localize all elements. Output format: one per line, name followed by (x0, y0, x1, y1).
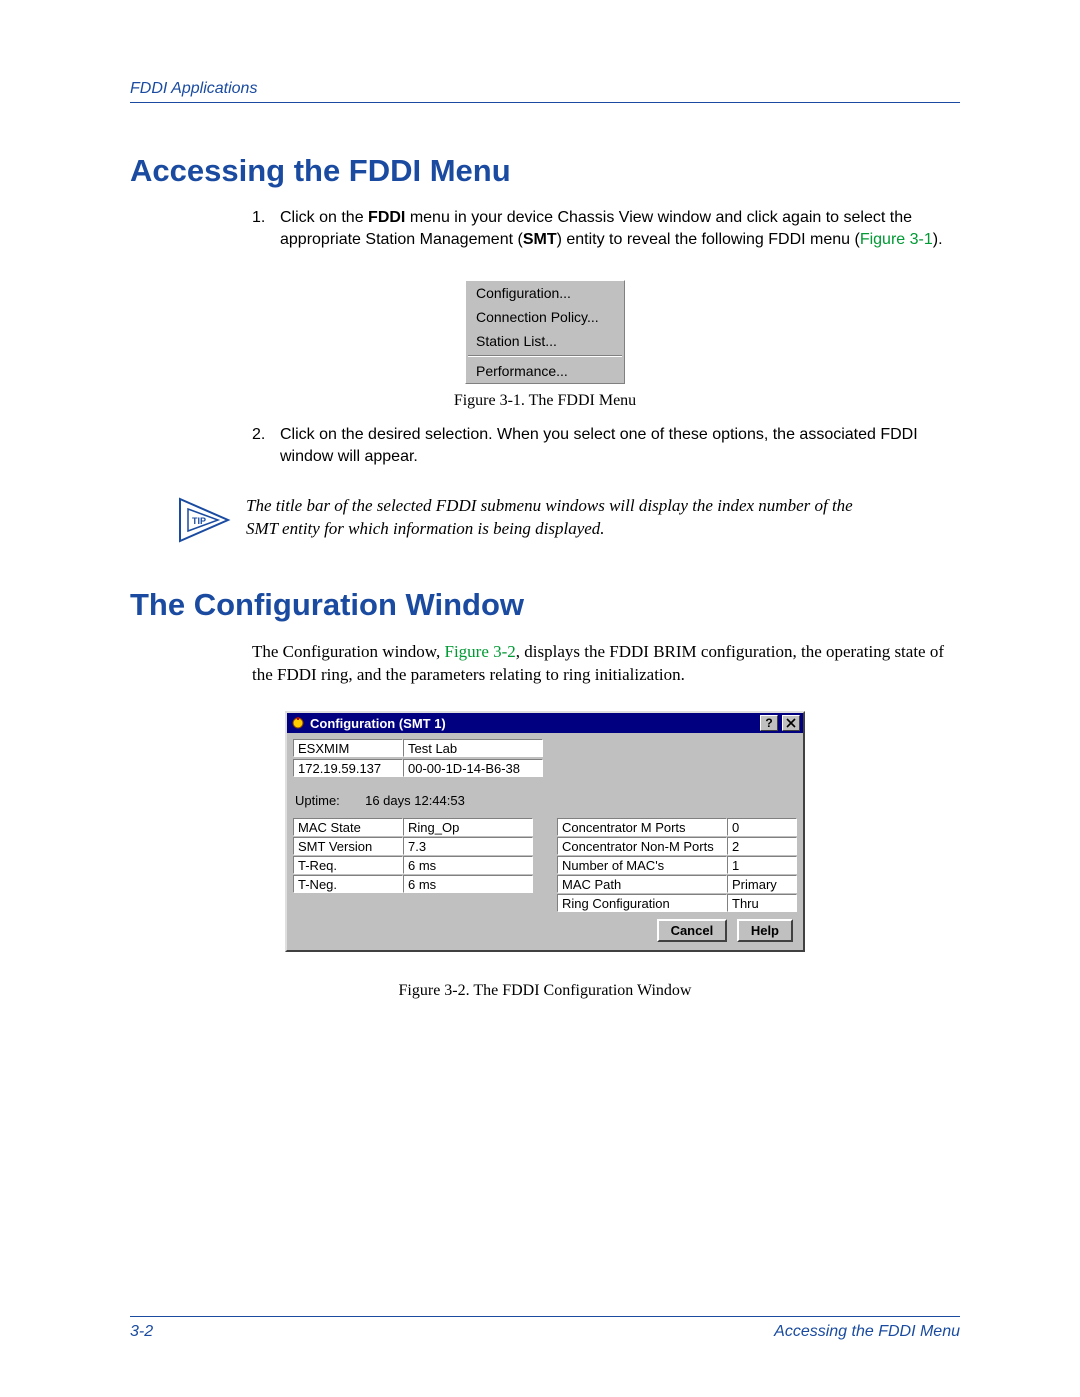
info-row-2: 172.19.59.137 00-00-1D-14-B6-38 (293, 759, 797, 777)
mac-state-label: MAC State (293, 818, 403, 836)
window-title: Configuration (SMT 1) (310, 716, 756, 731)
page-footer: 3-2 Accessing the FDDI Menu (130, 1316, 960, 1341)
number-macs-label: Number of MAC's (557, 856, 727, 874)
list-number: 2. (252, 424, 265, 446)
ring-config-label: Ring Configuration (557, 894, 727, 912)
t-neg-label: T-Neg. (293, 875, 403, 893)
device-name-field: ESXMIM (293, 739, 403, 757)
conc-m-ports-label: Concentrator M Ports (557, 818, 727, 836)
step-1: 1. Click on the FDDI menu in your device… (252, 207, 960, 250)
mac-address-field: 00-00-1D-14-B6-38 (403, 759, 543, 777)
right-params-table: Concentrator M Ports0 Concentrator Non-M… (557, 818, 797, 913)
conc-non-m-ports-label: Concentrator Non-M Ports (557, 837, 727, 855)
uptime-row: Uptime: 16 days 12:44:53 (295, 793, 795, 808)
window-titlebar: Configuration (SMT 1) ? (287, 713, 803, 733)
menu-item-configuration[interactable]: Configuration... (466, 281, 624, 305)
menu-item-station-list[interactable]: Station List... (466, 329, 624, 353)
t-req-value: 6 ms (403, 856, 533, 874)
step-2: 2. Click on the desired selection. When … (252, 424, 960, 467)
ip-address-field: 172.19.59.137 (293, 759, 403, 777)
smt-version-value: 7.3 (403, 837, 533, 855)
cancel-button[interactable]: Cancel (657, 919, 728, 942)
system-menu-icon[interactable] (290, 715, 306, 731)
uptime-label: Uptime: (295, 793, 340, 808)
mac-state-value: Ring_Op (403, 818, 533, 836)
tip-callout: TIP The title bar of the selected FDDI s… (178, 495, 960, 545)
section-heading-accessing: Accessing the FDDI Menu (130, 153, 960, 189)
mac-path-label: MAC Path (557, 875, 727, 893)
number-macs-value: 1 (727, 856, 797, 874)
step1-bold-fddi: FDDI (368, 209, 405, 226)
list-number: 1. (252, 207, 265, 229)
uptime-value: 16 days 12:44:53 (365, 793, 465, 808)
step1-text-pre: Click on the (280, 209, 368, 226)
tip-icon: TIP (178, 495, 232, 545)
figure-3-2-caption: Figure 3-2. The FDDI Configuration Windo… (130, 982, 960, 1000)
config-paragraph: The Configuration window, Figure 3-2, di… (252, 641, 960, 687)
step1-text-post: ) entity to reveal the following FDDI me… (557, 231, 860, 248)
figure-3-1-caption: Figure 3-1. The FDDI Menu (130, 392, 960, 410)
t-req-label: T-Req. (293, 856, 403, 874)
para-pre: The Configuration window, (252, 642, 444, 661)
location-field: Test Lab (403, 739, 543, 757)
menu-separator (468, 355, 622, 357)
step1-bold-smt: SMT (523, 231, 557, 248)
mac-path-value: Primary (727, 875, 797, 893)
footer-section: Accessing the FDDI Menu (774, 1323, 960, 1341)
fddi-menu-box: Configuration... Connection Policy... St… (465, 280, 625, 384)
figure-3-2-link[interactable]: Figure 3-2 (444, 642, 515, 661)
conc-m-ports-value: 0 (727, 818, 797, 836)
figure-3-1: Configuration... Connection Policy... St… (130, 280, 960, 410)
tip-text: The title bar of the selected FDDI subme… (246, 495, 886, 541)
conc-non-m-ports-value: 2 (727, 837, 797, 855)
info-row-1: ESXMIM Test Lab (293, 739, 797, 757)
page-header: FDDI Applications (130, 80, 960, 103)
help-window-button[interactable]: ? (760, 715, 778, 731)
tip-label: TIP (192, 516, 206, 526)
figure-3-1-link[interactable]: Figure 3-1 (860, 231, 933, 248)
help-button[interactable]: Help (737, 919, 793, 942)
smt-version-label: SMT Version (293, 837, 403, 855)
chapter-title: FDDI Applications (130, 80, 257, 97)
step1-text-end: ). (933, 231, 943, 248)
ring-config-value: Thru (727, 894, 797, 912)
step2-text: Click on the desired selection. When you… (280, 426, 918, 465)
left-params-table: MAC StateRing_Op SMT Version7.3 T-Req.6 … (293, 818, 533, 913)
menu-item-connection-policy[interactable]: Connection Policy... (466, 305, 624, 329)
section-heading-configuration: The Configuration Window (130, 587, 960, 623)
t-neg-value: 6 ms (403, 875, 533, 893)
menu-item-performance[interactable]: Performance... (466, 359, 624, 383)
page-number: 3-2 (130, 1323, 153, 1341)
configuration-window: Configuration (SMT 1) ? ESXMIM Test Lab … (285, 711, 805, 952)
close-window-button[interactable] (782, 715, 800, 731)
